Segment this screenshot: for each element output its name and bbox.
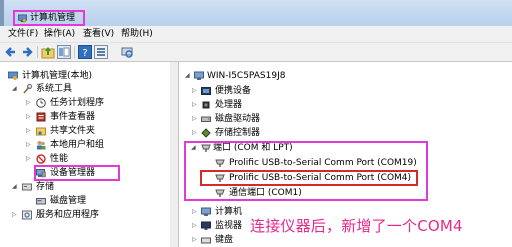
pane-splitter[interactable] xyxy=(170,62,179,247)
disk-drive-icon xyxy=(201,116,211,122)
expand-arrow-icon[interactable]: ▷ xyxy=(192,209,198,215)
toolbar: ? xyxy=(0,43,512,62)
help-icon[interactable]: ? xyxy=(78,45,92,59)
tree-item-performance[interactable]: ▷ 性能 xyxy=(0,152,170,166)
com4-highlight-box xyxy=(200,170,418,186)
computer-management-icon xyxy=(18,14,27,23)
users-icon xyxy=(37,141,46,150)
event-viewer-icon xyxy=(36,112,46,122)
tree-label: 监视器 xyxy=(215,221,243,231)
show-hide-tree-icon[interactable] xyxy=(57,45,71,59)
tree-item-event-viewer[interactable]: ▷ 事件查看器 xyxy=(0,110,170,124)
window-title: 计算机管理 xyxy=(30,13,76,23)
tree-item-disk-management[interactable]: 磁盘管理 xyxy=(0,194,170,208)
tree-label: 系统工具 xyxy=(36,84,73,94)
expand-arrow-icon[interactable]: ▷ xyxy=(26,156,32,162)
up-level-icon[interactable] xyxy=(41,45,55,59)
toolbar-separator xyxy=(74,46,75,58)
monitor-icon xyxy=(201,221,211,230)
keyboard-icon xyxy=(201,237,211,244)
tree-label: 计算机管理(本地) xyxy=(22,71,93,81)
menu-view[interactable]: 查看(V) xyxy=(83,28,114,40)
tree-label: 键盘 xyxy=(215,235,234,245)
tree-label: 共享文件夹 xyxy=(50,126,96,136)
device-category-storage-controllers[interactable]: ▷ 存储控制器 xyxy=(179,126,512,140)
tree-item-local-users[interactable]: ▷ 本地用户和组 xyxy=(0,138,170,152)
device-tree-root[interactable]: ◢ WIN-I5C5PAS19J8 xyxy=(179,69,512,83)
processor-icon xyxy=(202,101,210,109)
title-highlight-box: 计算机管理 xyxy=(13,10,85,26)
computer-icon xyxy=(201,207,211,216)
back-arrow-icon[interactable] xyxy=(4,45,18,59)
tree-label: 存储 xyxy=(36,182,55,192)
clock-icon xyxy=(36,98,46,108)
tree-item-system-tools[interactable]: ◢ 系统工具 xyxy=(0,82,170,96)
tree-label: 服务和应用程序 xyxy=(36,210,100,220)
properties-icon[interactable] xyxy=(94,45,108,59)
computer-icon xyxy=(194,71,204,80)
collapse-arrow-icon[interactable]: ◢ xyxy=(12,86,18,92)
tree-label: 任务计划程序 xyxy=(50,98,105,108)
expand-arrow-icon[interactable]: ▷ xyxy=(26,100,32,106)
services-icon xyxy=(22,210,32,220)
expand-arrow-icon[interactable]: ▷ xyxy=(192,88,198,94)
tree-label: 存储控制器 xyxy=(215,128,261,138)
expand-arrow-icon[interactable]: ▷ xyxy=(192,116,198,122)
computer-management-window: 计算机管理 文件(F) 操作(A) 查看(V) 帮助(H) ? 计算机管理(本地… xyxy=(0,0,512,247)
device-category-disk-drives[interactable]: ▷ 磁盘驱动器 xyxy=(179,112,512,126)
forward-arrow-icon[interactable] xyxy=(20,45,34,59)
expand-arrow-icon[interactable]: ▷ xyxy=(192,102,198,108)
tree-item-storage[interactable]: ◢ 存储 xyxy=(0,180,170,194)
expand-arrow-icon[interactable]: ▷ xyxy=(26,142,32,148)
expand-arrow-icon[interactable]: ▷ xyxy=(26,128,32,134)
tree-label: 处理器 xyxy=(215,100,243,110)
menu-bar: 文件(F) 操作(A) 查看(V) 帮助(H) xyxy=(0,26,512,43)
expand-arrow-icon[interactable]: ▷ xyxy=(12,212,18,218)
tree-label: 计算机 xyxy=(215,207,243,217)
shared-folder-icon xyxy=(36,127,46,136)
collapse-arrow-icon[interactable]: ◢ xyxy=(12,184,18,190)
tree-label: 磁盘驱动器 xyxy=(215,114,261,124)
tree-label: 性能 xyxy=(50,154,69,164)
title-bar: 计算机管理 xyxy=(0,0,512,26)
no-entry-icon xyxy=(36,154,46,164)
collapse-arrow-icon[interactable]: ◢ xyxy=(185,73,191,79)
expand-arrow-icon[interactable]: ▷ xyxy=(192,130,198,136)
scan-hardware-icon[interactable] xyxy=(120,45,134,59)
expand-arrow-icon[interactable]: ▷ xyxy=(192,237,198,243)
computer-management-icon xyxy=(8,71,18,80)
tools-icon xyxy=(23,84,32,94)
device-manager-highlight-box xyxy=(34,165,120,181)
tree-label: 便携设备 xyxy=(215,86,252,96)
tree-item-services-apps[interactable]: ▷ 服务和应用程序 xyxy=(0,208,170,222)
toolbar-separator xyxy=(37,46,38,58)
expand-arrow-icon[interactable]: ▷ xyxy=(192,223,198,229)
tree-item-shared-folders[interactable]: ▷ 共享文件夹 xyxy=(0,124,170,138)
annotation-text: 连接仪器后，新增了一个COM4 xyxy=(250,217,463,235)
device-category-portable[interactable]: ▷ 便携设备 xyxy=(179,84,512,98)
menu-action[interactable]: 操作(A) xyxy=(44,28,75,40)
device-category-keyboards[interactable]: ▷ 键盘 xyxy=(179,233,512,247)
expand-arrow-icon[interactable]: ▷ xyxy=(26,114,32,120)
tree-label: 磁盘管理 xyxy=(50,196,87,206)
tree-label: WIN-I5C5PAS19J8 xyxy=(207,71,286,81)
disk-management-icon xyxy=(36,198,46,205)
left-window-edge xyxy=(0,0,4,26)
menu-help[interactable]: 帮助(H) xyxy=(121,28,153,40)
portable-device-icon xyxy=(201,87,211,95)
svg-text:?: ? xyxy=(82,48,87,59)
tree-label: 事件查看器 xyxy=(50,112,96,122)
menu-file[interactable]: 文件(F) xyxy=(8,28,38,40)
left-navigation-tree: 计算机管理(本地) ◢ 系统工具 ▷ 任务计划程序 ▷ 事件查看器 ▷ 共享文件… xyxy=(0,62,171,247)
storage-icon xyxy=(22,183,32,191)
tree-item-task-scheduler[interactable]: ▷ 任务计划程序 xyxy=(0,96,170,110)
storage-controller-icon xyxy=(201,128,211,138)
tree-item-root[interactable]: 计算机管理(本地) xyxy=(0,69,170,83)
device-category-processors[interactable]: ▷ 处理器 xyxy=(179,98,512,112)
tree-label: 本地用户和组 xyxy=(50,140,105,150)
